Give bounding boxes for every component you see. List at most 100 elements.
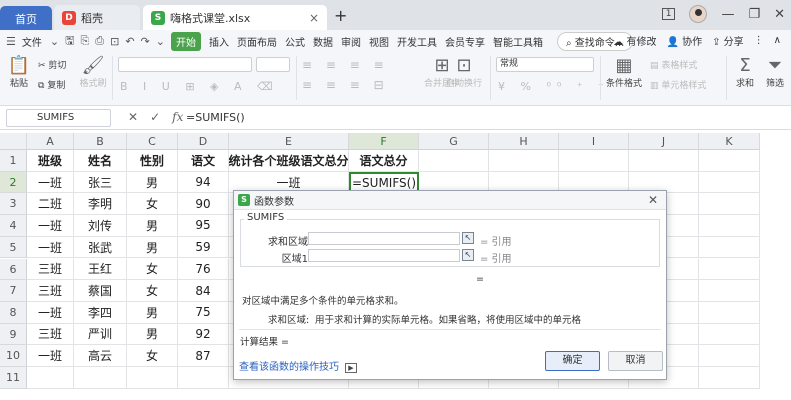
cell-B1[interactable]: 姓名 xyxy=(74,150,127,172)
cell-A3[interactable]: 二班 xyxy=(27,193,74,216)
tab-workbook[interactable]: S 嗨格式课堂.xlsx × xyxy=(143,5,327,30)
cell-K5[interactable] xyxy=(699,236,760,259)
menu-page-layout[interactable]: 页面布局 xyxy=(237,34,277,49)
row-header-7[interactable]: 7 xyxy=(0,280,27,302)
cell-K2[interactable] xyxy=(699,171,760,194)
cell-B4[interactable]: 刘传 xyxy=(74,215,127,237)
ok-button[interactable]: 确定 xyxy=(545,351,600,371)
cell-C5[interactable]: 男 xyxy=(127,236,178,259)
tab-daoke[interactable]: D 稻壳 xyxy=(54,5,140,30)
column-header-C[interactable]: C xyxy=(127,133,178,150)
number-format-select[interactable]: 常规 xyxy=(496,57,594,72)
cell-F1[interactable]: 语文总分 xyxy=(349,150,419,172)
sum-button[interactable]: Σ 求和 xyxy=(732,56,758,90)
cancel-formula-icon[interactable]: ✕ xyxy=(128,110,138,124)
cell-K8[interactable] xyxy=(699,301,760,324)
cell-B8[interactable]: 李四 xyxy=(74,301,127,324)
row-header-4[interactable]: 4 xyxy=(0,215,27,237)
cell-B7[interactable]: 蔡国 xyxy=(74,280,127,302)
column-header-H[interactable]: H xyxy=(489,133,559,150)
column-header-E[interactable]: E xyxy=(229,133,349,150)
cell-H1[interactable] xyxy=(489,150,559,172)
menu-view[interactable]: 视图 xyxy=(369,34,389,49)
select-all-corner[interactable] xyxy=(0,133,27,150)
formula-input[interactable]: =SUMIFS() xyxy=(186,111,245,124)
dialog-title-bar[interactable]: S 函数参数 ✕ xyxy=(234,191,666,210)
font-size-select[interactable] xyxy=(256,57,290,72)
cell-J1[interactable] xyxy=(629,150,699,172)
new-tab-button[interactable]: + xyxy=(334,6,347,25)
cell-B10[interactable]: 高云 xyxy=(74,345,127,367)
chevron-down-icon[interactable]: ⌄ xyxy=(50,35,59,48)
conditional-format-button[interactable]: ▦ 条件格式 xyxy=(604,56,644,90)
cell-D9[interactable]: 92 xyxy=(178,323,229,346)
format-painter-button[interactable]: 🖌 格式刷 xyxy=(78,56,108,90)
arg-range1-input[interactable] xyxy=(308,249,460,262)
cell-B3[interactable]: 李明 xyxy=(74,193,127,216)
row-header-9[interactable]: 9 xyxy=(0,323,27,346)
row-header-11[interactable]: 11 xyxy=(0,367,27,389)
cell-K6[interactable] xyxy=(699,258,760,281)
cell-D5[interactable]: 59 xyxy=(178,236,229,259)
cell-C3[interactable]: 女 xyxy=(127,193,178,216)
column-header-F[interactable]: F xyxy=(349,133,419,150)
fx-icon[interactable]: fx xyxy=(172,110,183,124)
row-header-2[interactable]: 2 xyxy=(0,171,27,194)
column-header-D[interactable]: D xyxy=(178,133,229,150)
row-header-5[interactable]: 5 xyxy=(0,236,27,259)
font-name-select[interactable] xyxy=(118,57,252,72)
column-header-K[interactable]: K xyxy=(699,133,760,150)
print-icon[interactable]: ⎙ xyxy=(95,34,104,48)
cell-D1[interactable]: 语文 xyxy=(178,150,229,172)
window-count-badge[interactable]: 1 xyxy=(661,8,676,20)
filter-button[interactable]: ⏷ 筛选 xyxy=(762,56,788,90)
menu-member[interactable]: 会员专享 xyxy=(445,34,485,49)
cell-C7[interactable]: 女 xyxy=(127,280,178,302)
cell-B9[interactable]: 严训 xyxy=(74,323,127,346)
more-icon[interactable]: ⋮ xyxy=(754,35,764,46)
redo-icon[interactable]: ↷ xyxy=(141,35,150,48)
cell-D11[interactable] xyxy=(178,367,229,389)
wrap-text-button[interactable]: ⊡ 自动换行 xyxy=(444,56,484,90)
menu-insert[interactable]: 插入 xyxy=(209,34,229,49)
cell-D8[interactable]: 75 xyxy=(178,301,229,324)
cell-B2[interactable]: 张三 xyxy=(74,171,127,194)
cell-K3[interactable] xyxy=(699,193,760,216)
undo-icon[interactable]: ↶ xyxy=(125,35,134,48)
row-header-8[interactable]: 8 xyxy=(0,301,27,324)
menu-developer[interactable]: 开发工具 xyxy=(397,34,437,49)
menu-smart-toolbox[interactable]: 智能工具箱 xyxy=(493,34,543,49)
cell-C1[interactable]: 性别 xyxy=(127,150,178,172)
cell-K10[interactable] xyxy=(699,345,760,367)
cell-I1[interactable] xyxy=(559,150,629,172)
menu-start[interactable]: 开始 xyxy=(170,31,201,51)
tab-close-icon[interactable]: × xyxy=(309,11,319,25)
avatar[interactable] xyxy=(689,5,708,23)
dialog-close-icon[interactable]: ✕ xyxy=(648,193,658,207)
cell-C2[interactable]: 男 xyxy=(127,171,178,194)
cell-B5[interactable]: 张武 xyxy=(74,236,127,259)
row-header-1[interactable]: 1 xyxy=(0,150,27,172)
save-icon[interactable]: 🖫 xyxy=(65,32,74,51)
cell-A5[interactable]: 一班 xyxy=(27,236,74,259)
cell-C6[interactable]: 女 xyxy=(127,258,178,281)
cut-button[interactable]: ✂ 剪切 xyxy=(38,58,66,71)
cell-C10[interactable]: 女 xyxy=(127,345,178,367)
number-format-buttons[interactable]: ¥ % ⁰⁰ ⁺ ⁻ xyxy=(498,80,610,93)
align-buttons-row2[interactable]: ≡ ≡ ≡ ⊟ xyxy=(302,78,389,92)
modified-button[interactable]: ☁ 有修改 xyxy=(613,33,656,48)
cell-D4[interactable]: 95 xyxy=(178,215,229,237)
collaborate-button[interactable]: 👤 协作 xyxy=(666,33,702,48)
align-buttons[interactable]: ≡ ≡ ≡ ≡ xyxy=(302,58,389,72)
cell-D7[interactable]: 84 xyxy=(178,280,229,302)
font-style-buttons[interactable]: B I U ⊞ ◈ A ⌫ xyxy=(120,80,279,93)
cell-K1[interactable] xyxy=(699,150,760,172)
preview-icon[interactable]: ⊡ xyxy=(110,35,119,48)
cell-K4[interactable] xyxy=(699,215,760,237)
cell-K11[interactable] xyxy=(699,367,760,389)
cell-C11[interactable] xyxy=(127,367,178,389)
menu-data[interactable]: 数据 xyxy=(313,34,333,49)
cell-D2[interactable]: 94 xyxy=(178,171,229,194)
row-header-6[interactable]: 6 xyxy=(0,258,27,281)
cell-D10[interactable]: 87 xyxy=(178,345,229,367)
